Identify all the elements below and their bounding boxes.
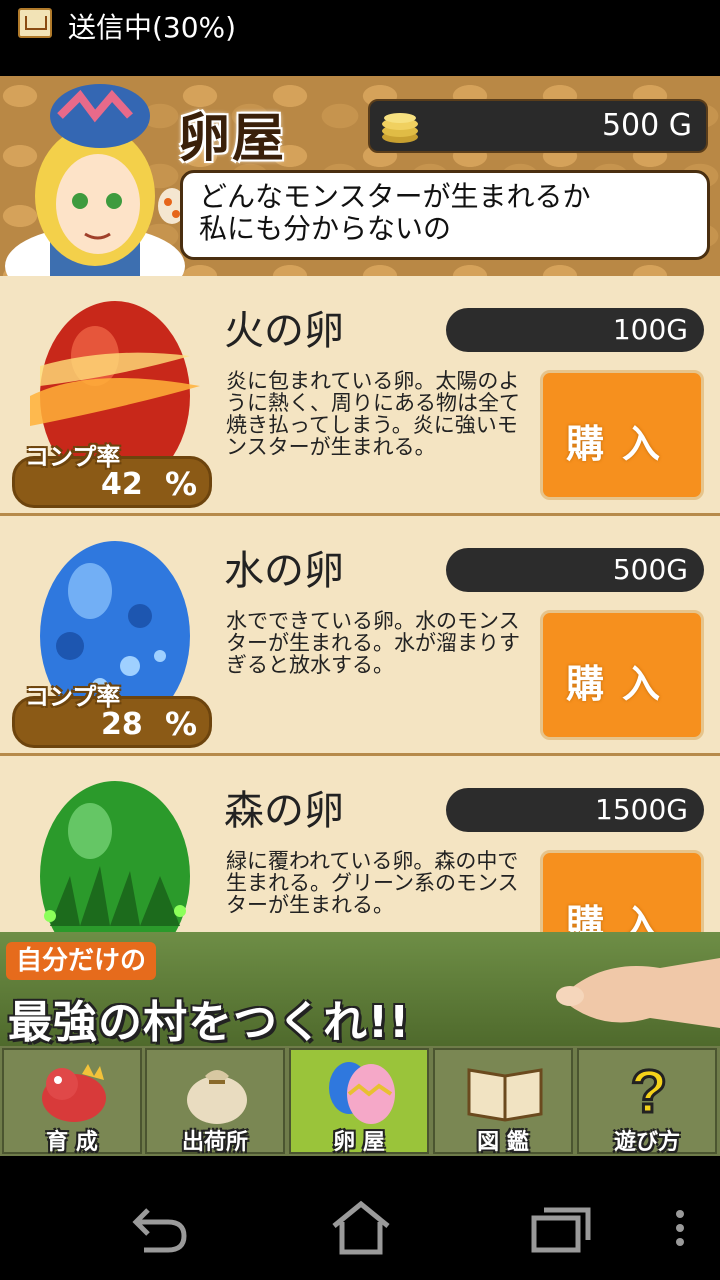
dinosaur-icon (42, 1064, 106, 1122)
recent-apps-icon[interactable] (526, 1196, 596, 1256)
nav-label: 遊び方 (613, 1130, 680, 1155)
gold-balance: 500 G (368, 99, 708, 153)
gold-coins-icon (382, 113, 418, 143)
system-navigation-bar (0, 1156, 720, 1280)
egg-description: 緑に覆われている卵。森の中で生まれる。グリーン系のモンスターが生まれる。 (226, 849, 519, 917)
buy-button[interactable]: 購入 (540, 850, 704, 932)
status-bar: 送信中(30%) (0, 0, 720, 48)
speech-bubble: どんなモンスターが生まれるか 私にも分からないの (180, 170, 710, 260)
hand-icon (556, 958, 720, 1028)
completion-badge: コンプ率 42 % (12, 443, 212, 508)
price-value: 500G (612, 553, 688, 586)
nav-raise[interactable]: 育 成 (2, 1048, 142, 1155)
svg-text:?: ? (631, 1058, 668, 1125)
buy-label: 購入 (565, 422, 678, 466)
eggs-icon (329, 1062, 395, 1124)
ad-banner[interactable]: 自分だけの 最強の村をつくれ!! (0, 932, 720, 1046)
price-pill: 100G (446, 308, 704, 352)
price-value: 1500G (595, 793, 688, 826)
mail-upload-icon (18, 8, 52, 38)
egg-description: 水でできている卵。水のモンスターが生まれる。水が溜まりすぎると放水する。 (226, 609, 520, 677)
nav-how-to-play[interactable]: ? 遊び方 (577, 1048, 717, 1155)
speech-text: どんなモンスターが生まれるか 私にも分からないの (199, 180, 591, 245)
egg-name: 火の卵 (224, 308, 344, 354)
percent-sign: % (165, 705, 198, 743)
nav-encyclopedia[interactable]: 図 鑑 (433, 1048, 573, 1155)
egg-row-fire: コンプ率 42 % 火の卵 100G 炎に包まれている卵。太陽のように熱く、周り… (0, 276, 720, 516)
price-pill: 500G (446, 548, 704, 592)
buy-label: 購入 (565, 902, 678, 932)
bottom-nav: 育 成 出荷所 卵 屋 図 鑑 ? 遊び方 (0, 1046, 720, 1156)
nav-label: 卵 屋 (333, 1130, 385, 1155)
top-spacer (0, 48, 720, 76)
question-icon: ? (629, 1057, 669, 1127)
completion-rate: 42 (101, 467, 143, 502)
book-icon (467, 1068, 543, 1122)
gold-amount: 500 G (601, 108, 692, 143)
egg-row-forest: 森の卵 1500G 緑に覆われている卵。森の中で生まれる。グリーン系のモンスター… (0, 756, 720, 932)
page-title: 卵屋 (178, 109, 287, 169)
nav-shipping[interactable]: 出荷所 (145, 1048, 285, 1155)
buy-label: 購入 (565, 662, 678, 706)
banner-headline: 最強の村をつくれ!! (8, 997, 411, 1046)
forest-egg-icon (40, 781, 190, 932)
banner-tag: 自分だけの (6, 942, 157, 980)
completion-rate: 28 (101, 707, 143, 742)
price-value: 100G (612, 313, 688, 346)
buy-button[interactable]: 購入 (540, 370, 704, 500)
sending-status: 送信中(30%) (68, 11, 237, 44)
price-pill: 1500G (446, 788, 704, 832)
nav-label: 図 鑑 (477, 1130, 529, 1155)
egg-description: 炎に包まれている卵。太陽のように熱く、周りにある物は全て焼き払ってしまう。炎に強… (226, 369, 520, 459)
home-icon[interactable] (326, 1196, 396, 1256)
egg-row-water: コンプ率 28 % 水の卵 500G 水でできている卵。水のモンスターが生まれる… (0, 516, 720, 756)
egg-name: 水の卵 (224, 548, 344, 594)
percent-sign: % (165, 465, 198, 503)
nav-label: 育 成 (46, 1130, 98, 1155)
completion-badge: コンプ率 28 % (12, 683, 212, 748)
back-icon[interactable] (124, 1196, 194, 1256)
shopkeeper-girl-icon (5, 84, 186, 276)
egg-list[interactable]: コンプ率 42 % 火の卵 100G 炎に包まれている卵。太陽のように熱く、周り… (0, 276, 720, 932)
egg-name: 森の卵 (224, 788, 344, 834)
buy-button[interactable]: 購入 (540, 610, 704, 740)
money-bag-icon (187, 1070, 247, 1124)
nav-egg-shop[interactable]: 卵 屋 (289, 1048, 429, 1155)
overflow-menu-icon[interactable] (660, 1196, 700, 1256)
nav-label: 出荷所 (181, 1130, 248, 1155)
